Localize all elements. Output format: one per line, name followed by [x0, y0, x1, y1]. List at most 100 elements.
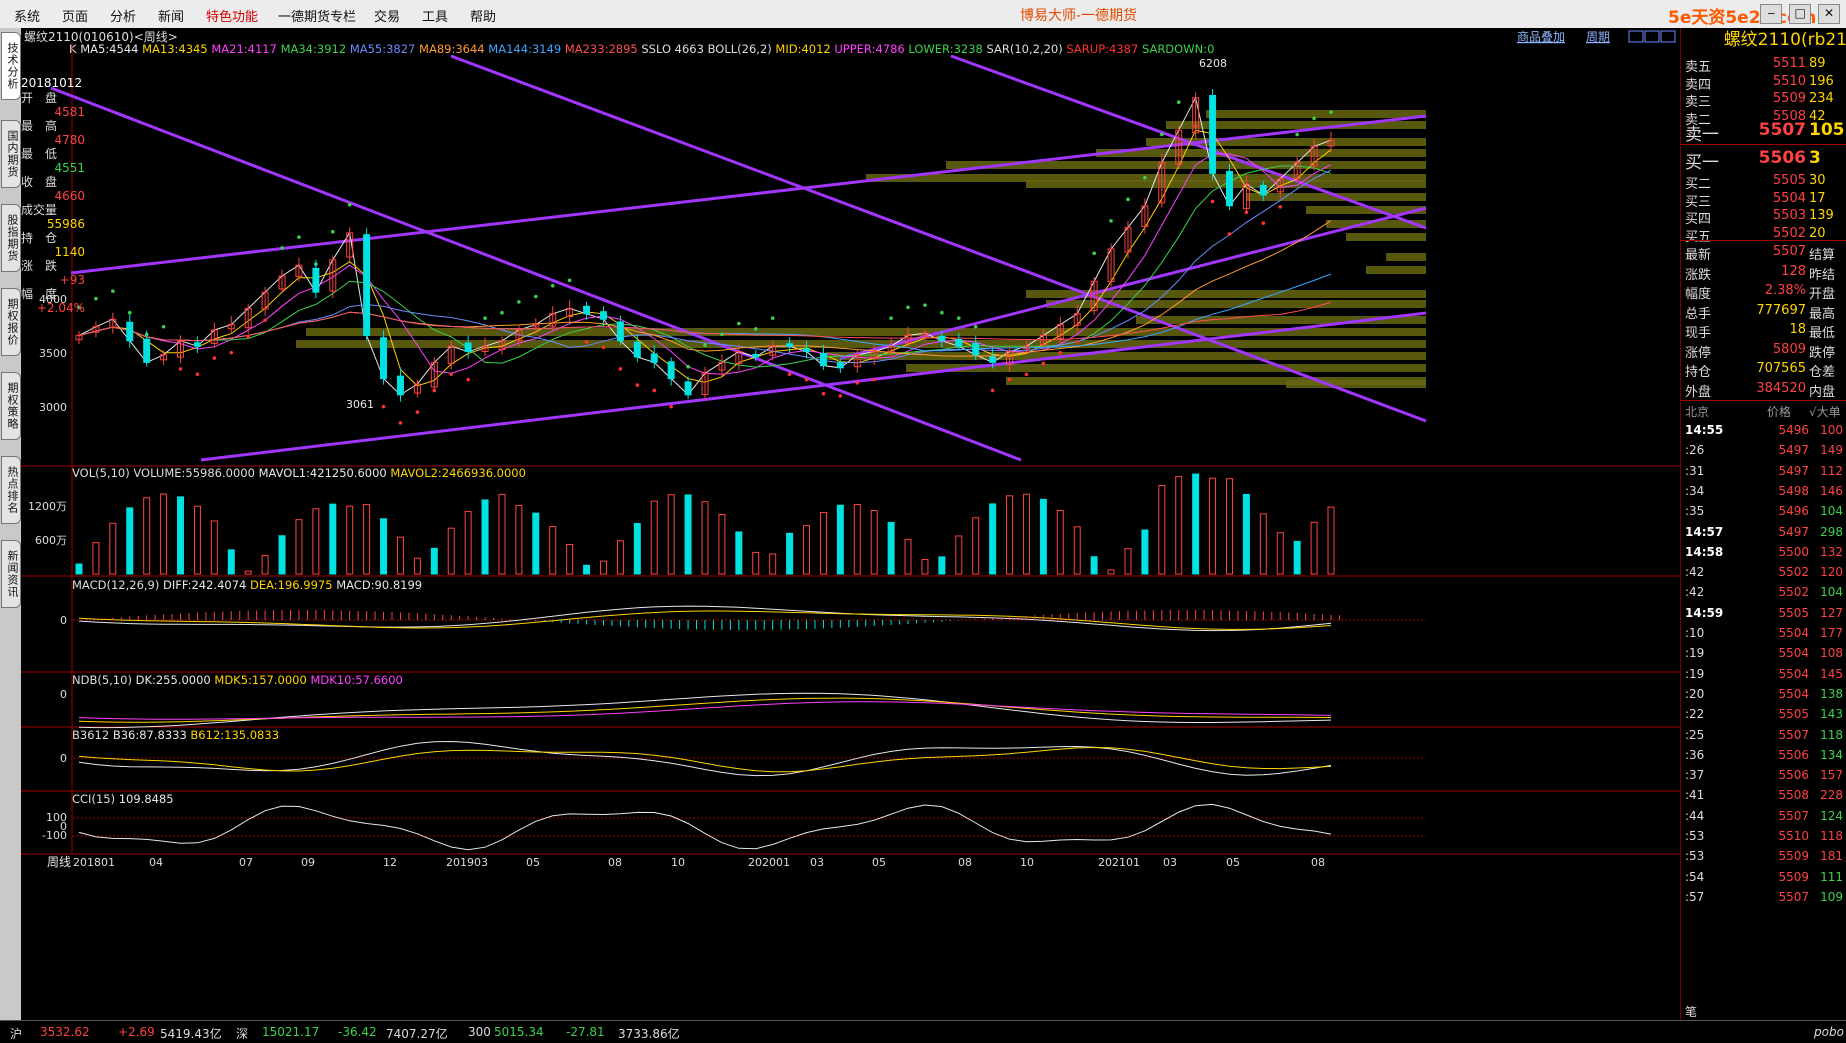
- sar-dot: [1160, 132, 1164, 137]
- legend-item: MA21:4117: [211, 42, 280, 56]
- menu-yide-column[interactable]: 一德期货专栏: [278, 6, 356, 25]
- menu-tools[interactable]: 工具: [422, 6, 448, 25]
- legend-text: MACD(12,26,9) DIFF:242.4074 DEA:196.9975…: [72, 578, 422, 592]
- tick-time: :35: [1685, 504, 1705, 519]
- volume-bar: [989, 503, 997, 575]
- legend-item: SARUP:4387: [1066, 42, 1142, 56]
- tab-domestic-futures[interactable]: 国内期货: [1, 120, 21, 188]
- tab-news-info[interactable]: 新闻资讯: [1, 540, 21, 608]
- tick-row: :36 5506 134: [1685, 748, 1845, 767]
- stat-row: 持仓 707565 仓差: [1685, 361, 1845, 381]
- tick-volume: 104: [1820, 504, 1843, 519]
- kline-chart[interactable]: 螺纹2110(010610)<周线> 商品叠加 周期 K MA5:4544 MA…: [21, 28, 1680, 1020]
- volume-bar: [1192, 473, 1200, 575]
- legend-item: MA34:3912: [281, 42, 350, 56]
- tick-row: :42 5502 120: [1685, 565, 1845, 584]
- tab-index-futures[interactable]: 股指期货: [1, 204, 21, 272]
- bid-row[interactable]: 买五 5502 20: [1685, 226, 1845, 246]
- tick-header-bigorder-toggle[interactable]: √大单: [1809, 403, 1841, 420]
- sar-dot: [635, 383, 640, 387]
- volume-bar: [278, 535, 286, 575]
- legend-item: SARDOWN:0: [1142, 42, 1214, 56]
- tick-price: 5506: [1778, 768, 1809, 783]
- sar-dot: [906, 305, 910, 310]
- tab-hot-ranking[interactable]: 热点排名: [1, 456, 21, 524]
- sar-dot: [652, 388, 657, 393]
- volume-bar: [583, 564, 591, 575]
- volume-bar: [227, 549, 235, 575]
- menu-featured[interactable]: 特色功能: [206, 6, 258, 25]
- legend-item: MACD:90.8199: [336, 578, 422, 592]
- tick-volume: 118: [1820, 829, 1843, 843]
- info-label: 涨 跌: [21, 259, 58, 273]
- candle-body: [786, 343, 794, 347]
- overlay-button-label[interactable]: 商品叠加: [1517, 29, 1565, 44]
- candle-body: [938, 335, 946, 342]
- time-tick: 201801: [73, 856, 115, 869]
- sar-dot: [686, 364, 690, 369]
- legend-item: MA89:3644: [419, 42, 488, 56]
- legend-item: DK:255.0000: [136, 673, 215, 687]
- time-tick: 05: [872, 856, 886, 869]
- sar-dot: [1329, 110, 1333, 114]
- volume-bar: [633, 523, 641, 575]
- menu-bar: 系统 页面 分析 新闻 特色功能 一德期货专栏 交易 工具 帮助 博易大师-一德…: [0, 0, 1846, 29]
- sar-dot: [855, 381, 860, 385]
- ask-price: 5507: [1758, 120, 1806, 140]
- menu-help[interactable]: 帮助: [470, 6, 496, 25]
- candle-body: [633, 341, 641, 358]
- tick-footer[interactable]: 笔: [1685, 1003, 1697, 1020]
- tick-header-price: 价格: [1767, 405, 1792, 419]
- sar-dot: [720, 332, 724, 337]
- period-button-label[interactable]: 周期: [1586, 30, 1610, 44]
- tick-price: 5496: [1778, 423, 1809, 437]
- legend-text: NDB(5,10) DK:255.0000 MDK5:157.0000 MDK1…: [72, 673, 403, 687]
- tab-option-quotes[interactable]: 期权报价: [1, 288, 21, 356]
- tick-time: 14:58: [1685, 544, 1724, 559]
- minimize-icon[interactable]: ‒: [1760, 4, 1783, 24]
- maximize-icon[interactable]: □: [1789, 4, 1812, 24]
- tick-row: :20 5504 138: [1685, 687, 1845, 706]
- bid-label: 买三: [1685, 194, 1712, 210]
- menu-page[interactable]: 页面: [62, 6, 88, 25]
- ask-row[interactable]: 卖一 5507 105: [1685, 120, 1845, 145]
- left-sidebar: 技术分析 国内期货 股指期货 期权报价 期权策略 热点排名 新闻资讯: [0, 28, 22, 1028]
- volume-bar: [1090, 556, 1098, 575]
- menu-trade[interactable]: 交易: [374, 6, 400, 25]
- sar-dot: [94, 296, 98, 301]
- legend-item: K: [69, 42, 80, 56]
- sar-dot: [618, 367, 623, 371]
- legend-item: CCI(15): [72, 792, 119, 806]
- tab-option-strategy[interactable]: 期权策略: [1, 372, 21, 440]
- i300-price: 5015.34: [494, 1025, 544, 1039]
- legend-text: B3612 B36:87.8333 B612:135.0833: [72, 728, 279, 742]
- tick-row: :53 5510 118: [1685, 829, 1845, 848]
- bid-row[interactable]: 买一 5506 3: [1685, 148, 1845, 173]
- menu-news[interactable]: 新闻: [158, 6, 184, 25]
- legend-item: VOLUME:55986.0000: [133, 466, 258, 480]
- tick-price: 5502: [1778, 585, 1809, 600]
- info-value: 55986: [46, 217, 85, 231]
- tab-technical-analysis[interactable]: 技术分析: [1, 32, 21, 100]
- tick-price: 5497: [1778, 524, 1809, 539]
- menu-system[interactable]: 系统: [14, 6, 40, 25]
- volume-bar: [786, 532, 794, 575]
- tick-volume: 145: [1820, 666, 1843, 681]
- sz-price: 15021.17: [262, 1025, 320, 1039]
- tick-header-time: 北京: [1685, 405, 1710, 419]
- stat-label: 涨停: [1685, 345, 1712, 361]
- tick-price: 5508: [1778, 788, 1809, 803]
- menu-analysis[interactable]: 分析: [110, 6, 136, 25]
- close-icon[interactable]: ✕: [1818, 4, 1840, 24]
- tick-price: 5504: [1778, 646, 1809, 661]
- volume-profile-bar: [1096, 149, 1426, 157]
- time-tick: 05: [526, 856, 540, 869]
- candle-body: [1225, 170, 1233, 207]
- legend-text: VOL(5,10) VOLUME:55986.0000 MAVOL1:42125…: [72, 466, 526, 480]
- tick-row: :34 5498 146: [1685, 484, 1845, 503]
- sar-dot: [297, 235, 301, 239]
- ask-price: 5510: [1772, 73, 1806, 89]
- sh-price: 3532.62: [40, 1025, 90, 1039]
- sar-dot: [1092, 251, 1096, 256]
- stat-value: 128: [1781, 263, 1806, 279]
